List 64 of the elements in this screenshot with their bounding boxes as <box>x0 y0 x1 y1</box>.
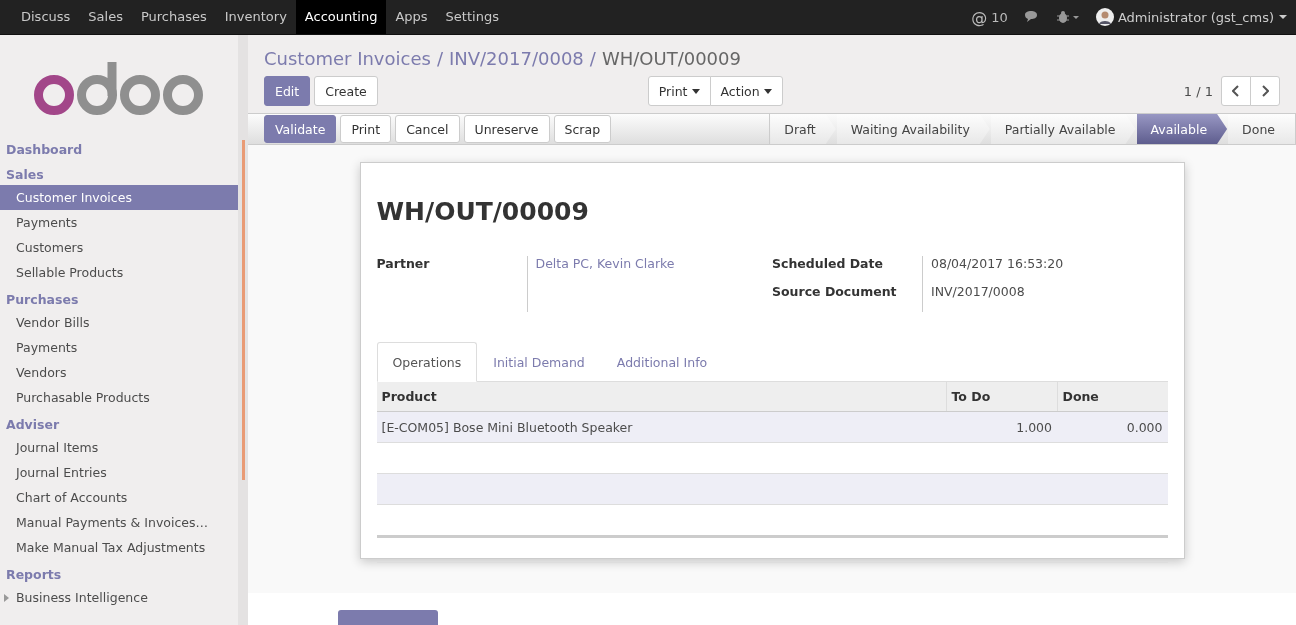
sidebar-item[interactable]: Journal Entries <box>0 460 238 485</box>
scrap-button[interactable]: Scrap <box>553 115 612 143</box>
status-stage[interactable]: Available <box>1136 114 1228 144</box>
notebook-tab[interactable]: Initial Demand <box>477 342 601 382</box>
record-title: WH/OUT/00009 <box>376 197 590 226</box>
app-menu-item[interactable]: Accounting <box>295 0 387 34</box>
sidebar-item[interactable]: Business Intelligence <box>0 585 238 610</box>
avatar-icon[interactable] <box>1095 8 1114 26</box>
table-cell: [E-COM05] Bose Mini Bluetooth Speaker <box>376 411 946 443</box>
pager-value: 1 / 1 <box>1183 83 1213 99</box>
column-header[interactable]: Product <box>376 382 946 412</box>
column-header[interactable]: Done <box>1057 382 1168 412</box>
sidebar-item[interactable]: Customer Invoices <box>0 185 238 210</box>
field-link[interactable]: Delta PC, Kevin Clarke <box>535 256 675 271</box>
sidebar-item[interactable]: Customers <box>0 235 238 260</box>
app-menu-item[interactable]: Settings <box>436 0 508 34</box>
notebook-tab[interactable]: Operations <box>376 342 478 382</box>
sidebar-item[interactable]: Payments <box>0 210 238 235</box>
create-button[interactable]: Create <box>314 76 378 106</box>
sidebar-item[interactable]: Journal Items <box>0 435 238 460</box>
column-header[interactable]: To Do <box>946 382 1057 412</box>
chevron-left-icon <box>1232 85 1240 97</box>
print-button[interactable]: Print <box>340 115 392 143</box>
sidebar-item[interactable]: Purchasable Products <box>0 385 238 410</box>
next-button[interactable] <box>1250 76 1280 106</box>
field-value: 08/04/2017 16:53:20 <box>931 256 1064 271</box>
edit-button[interactable]: Edit <box>264 76 311 106</box>
app-menu-item[interactable]: Discuss <box>12 0 80 34</box>
sidebar-item[interactable]: Make Manual Tax Adjustments <box>0 535 238 560</box>
sidebar-item[interactable]: Chart of Accounts <box>0 485 238 510</box>
sidebar-item[interactable]: Vendor Bills <box>0 310 238 335</box>
app-menu-item[interactable]: Sales <box>79 0 132 34</box>
logo-icon <box>34 59 204 116</box>
mentions-indicator[interactable]: @ 10 <box>971 7 1008 27</box>
previous-button[interactable] <box>1221 76 1251 106</box>
table-cell: 1.000 <box>946 411 1057 443</box>
app-menu-item[interactable]: Apps <box>386 0 437 34</box>
caret-icon <box>763 88 772 94</box>
app-menu-item[interactable]: Purchases <box>131 0 216 34</box>
notebook-tab[interactable]: Additional Info <box>600 342 724 382</box>
caret-icon[interactable] <box>1278 14 1288 20</box>
field-label: Scheduled Date <box>772 256 884 273</box>
field-label: Partner <box>376 256 431 273</box>
chat-icon[interactable] <box>1023 10 1040 24</box>
caret-icon <box>691 88 700 94</box>
bug-icon[interactable] <box>1055 10 1080 24</box>
breadcrumb-separator: / <box>589 47 596 69</box>
breadcrumb-separator: / <box>436 47 443 69</box>
sidebar-item[interactable]: Manual Payments & Invoices… <box>0 510 238 535</box>
user-menu[interactable]: Administrator (gst_cms) <box>1117 9 1274 25</box>
sidebar-item[interactable]: Sellable Products <box>0 260 238 285</box>
field-label: Source Document <box>772 284 898 301</box>
dropdown-button[interactable]: Print <box>647 76 711 106</box>
breadcrumb-current: WH/OUT/00009 <box>601 47 741 69</box>
table-cell: 0.000 <box>1057 411 1168 443</box>
dropdown-button[interactable]: Action <box>709 76 783 106</box>
sidebar-item[interactable]: Vendors <box>0 360 238 385</box>
app-menu-item[interactable]: Inventory <box>215 0 296 34</box>
unreserve-button[interactable]: Unreserve <box>463 115 550 143</box>
field-value: INV/2017/0008 <box>931 284 1025 299</box>
cancel-button[interactable]: Cancel <box>395 115 460 143</box>
validate-button[interactable]: Validate <box>264 115 337 143</box>
chevron-right-icon <box>1261 85 1269 97</box>
sidebar-item[interactable]: Payments <box>0 335 238 360</box>
